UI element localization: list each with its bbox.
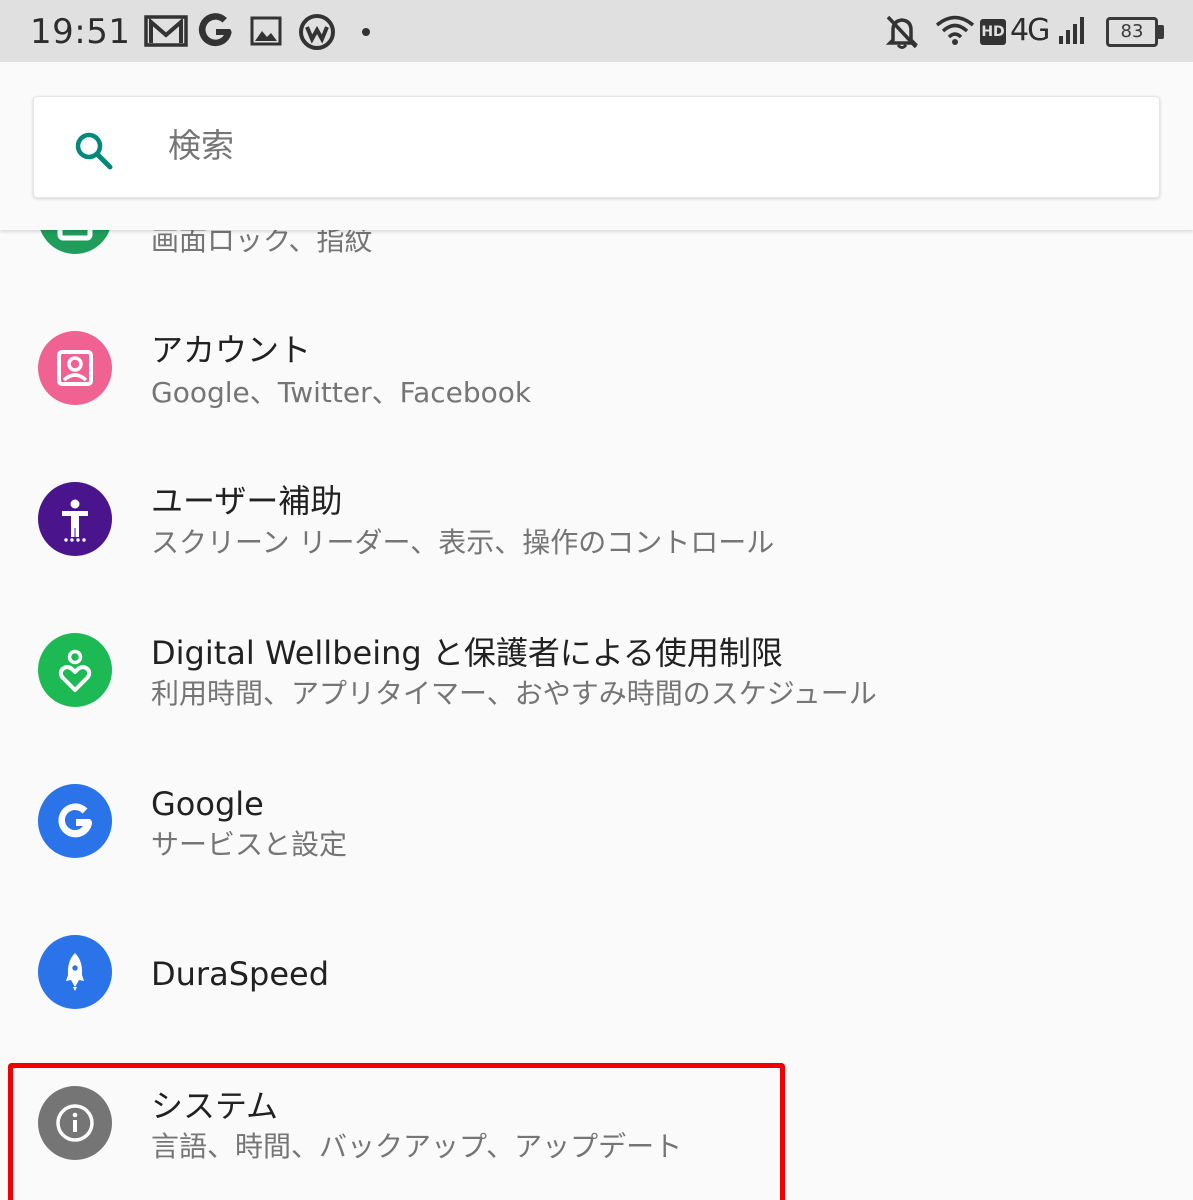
- settings-item-title: DuraSpeed: [151, 955, 329, 993]
- search-icon: [75, 132, 113, 170]
- battery-tip: [1158, 25, 1164, 39]
- settings-item-summary: Google、Twitter、Facebook: [151, 376, 532, 409]
- app-notification-icon: [299, 14, 335, 50]
- rocket-icon: [38, 935, 112, 1009]
- gmail-icon: [144, 15, 188, 47]
- settings-item-duraspeed[interactable]: DuraSpeed: [0, 898, 1193, 1048]
- info-icon: [38, 1086, 112, 1160]
- settings-item-title: システム: [151, 1087, 279, 1125]
- search-bar-container: 検索: [0, 62, 1193, 230]
- settings-item-accounts[interactable]: アカウント Google、Twitter、Facebook: [0, 294, 1193, 444]
- hd-badge: HD: [980, 19, 1006, 45]
- settings-item-summary: 利用時間、アプリタイマー、おやすみ時間のスケジュール: [151, 677, 877, 710]
- notifications-off-icon: [885, 15, 919, 49]
- battery-icon: 83: [1106, 17, 1158, 47]
- settings-item-summary: サービスと設定: [151, 828, 348, 861]
- image-icon: [250, 16, 282, 46]
- more-notifications-icon: [362, 28, 370, 36]
- settings-item-title: アカウント: [151, 331, 312, 369]
- settings-item-summary: スクリーン リーダー、表示、操作のコントロール: [151, 526, 775, 559]
- search-input[interactable]: 検索: [33, 96, 1160, 198]
- settings-item-google[interactable]: Google サービスと設定: [0, 747, 1193, 897]
- settings-item-summary: 言語、時間、バックアップ、アップデート: [151, 1130, 683, 1163]
- accessibility-icon: [38, 482, 112, 556]
- network-type: 4G: [1010, 13, 1050, 48]
- settings-item-wellbeing[interactable]: Digital Wellbeing と保護者による使用制限 利用時間、アプリタイ…: [0, 596, 1193, 746]
- settings-item-title: Digital Wellbeing と保護者による使用制限: [151, 634, 783, 672]
- status-time: 19:51: [30, 12, 131, 52]
- signal-icon: [1059, 17, 1084, 44]
- account-box-icon: [38, 331, 112, 405]
- google-notification-icon: [198, 13, 232, 47]
- search-placeholder: 検索: [168, 126, 234, 165]
- wifi-icon: [935, 15, 975, 45]
- settings-item-title: Google: [151, 785, 264, 823]
- settings-item-title: ユーザー補助: [151, 482, 343, 520]
- settings-item-system[interactable]: システム 言語、時間、バックアップ、アップデート: [0, 1049, 1193, 1199]
- google-icon: [38, 784, 112, 858]
- status-bar: 19:51 HD 4G 83: [0, 0, 1193, 62]
- settings-item-accessibility[interactable]: ユーザー補助 スクリーン リーダー、表示、操作のコントロール: [0, 445, 1193, 595]
- wellbeing-icon: [38, 633, 112, 707]
